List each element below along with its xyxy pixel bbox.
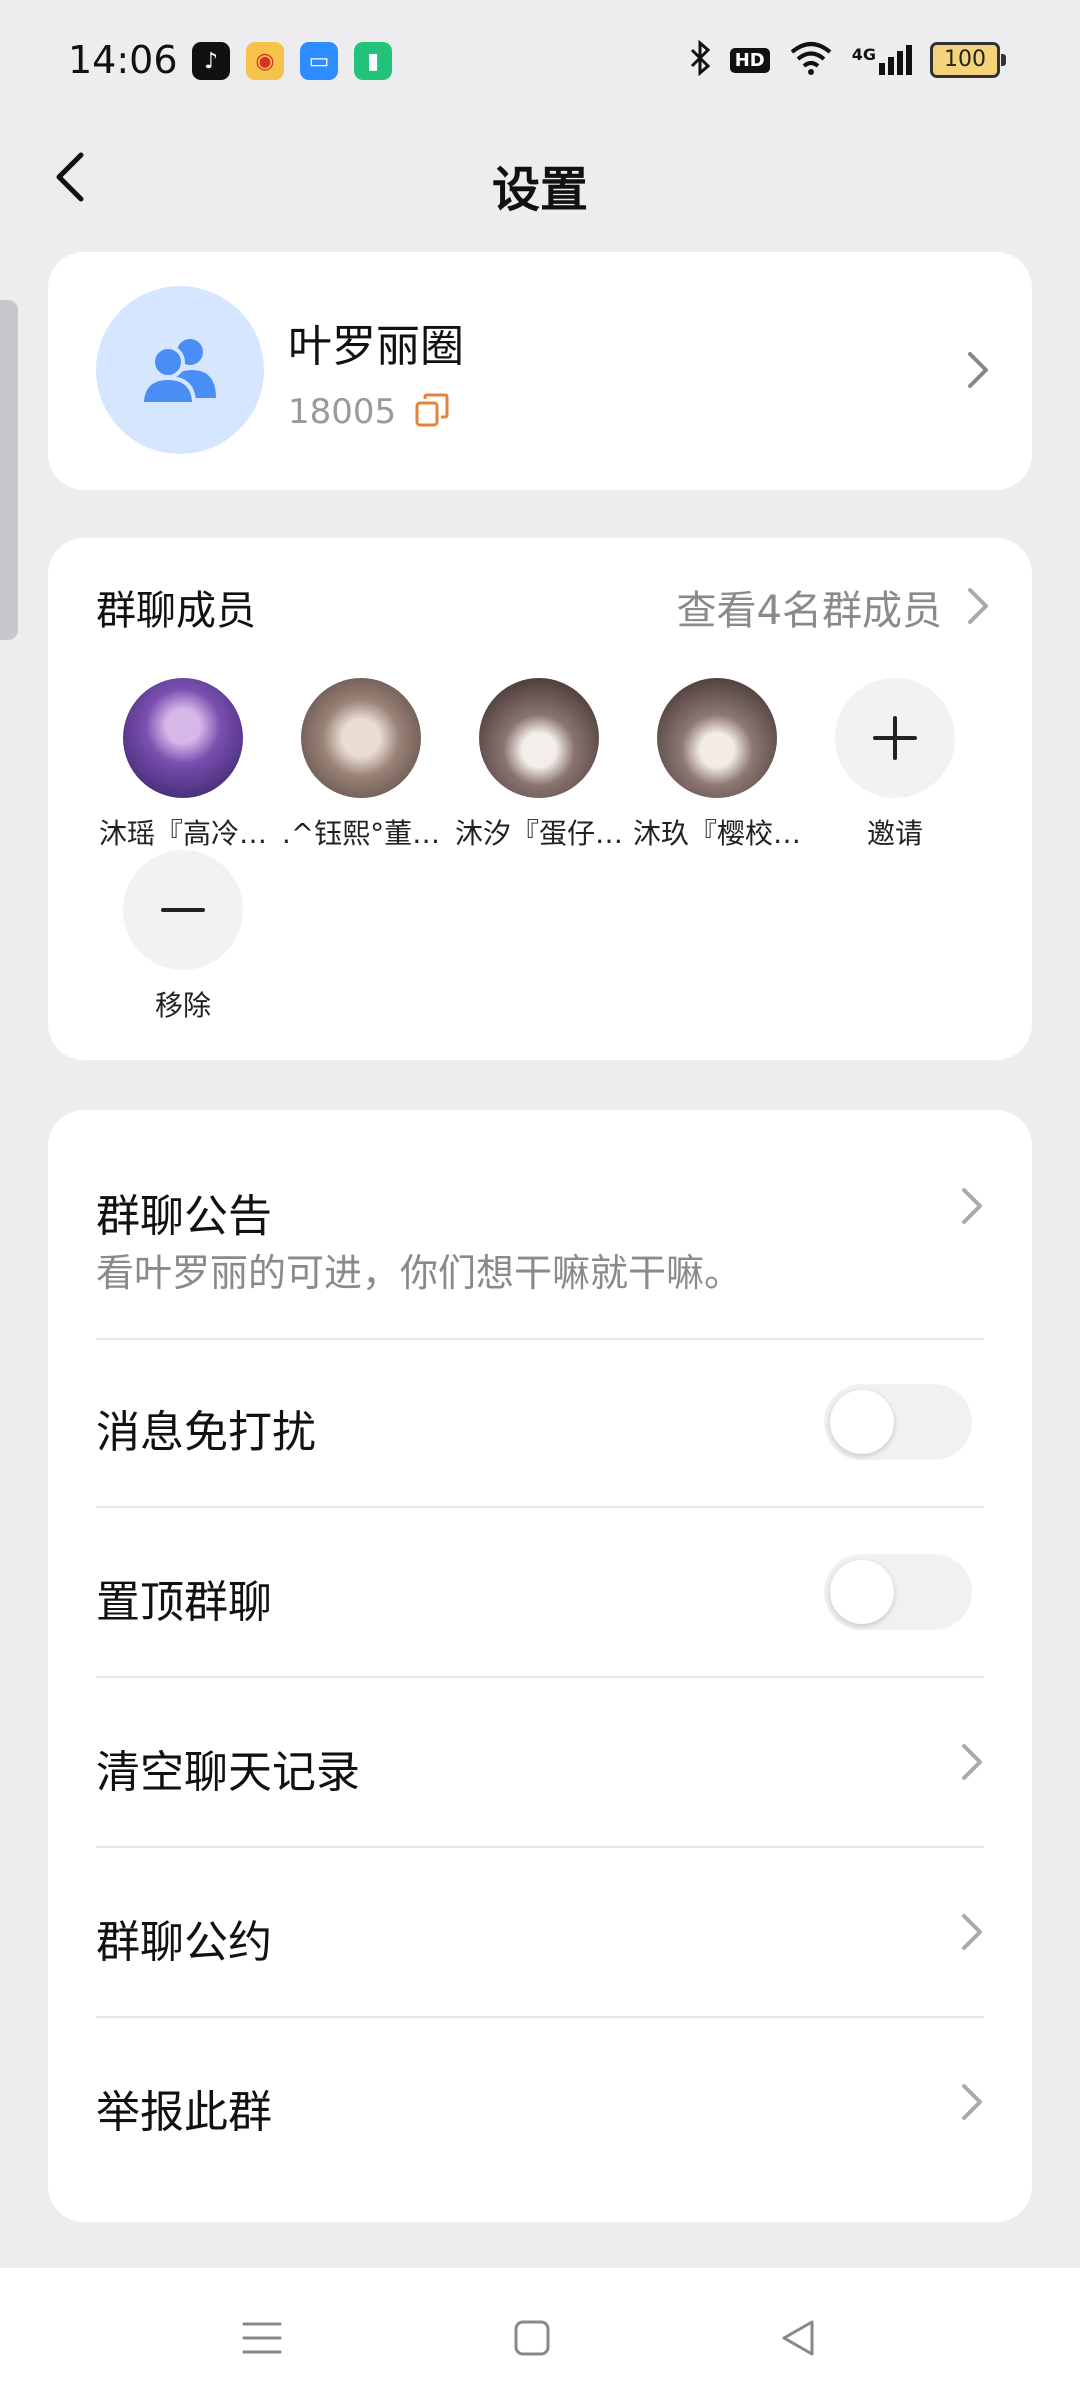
avatar — [301, 678, 421, 798]
hd-icon: HD — [729, 47, 770, 73]
notification-icons: ♪ ◉ ▭ ▮ — [192, 42, 392, 80]
toggle-knob — [830, 1560, 894, 1624]
announcement-text: 看叶罗丽的可进，你们想干嘛就干嘛。 — [96, 1251, 743, 1295]
menu-nav-button[interactable] — [222, 2308, 302, 2368]
do-not-disturb-label: 消息免打扰 — [96, 1407, 316, 1458]
status-time: 14:06 — [68, 38, 178, 82]
member-item[interactable]: .^钰熙°董… — [272, 678, 450, 852]
group-members-card: 群聊成员 查看4名群成员 沐瑶『高冷… .^钰熙°董… 沐汐『蛋仔… 沐玖『樱校… — [48, 538, 1032, 1060]
report-group-label: 举报此群 — [96, 2087, 272, 2138]
4g-signal-icon: 4G — [852, 45, 912, 75]
system-navigation-bar — [0, 2268, 1080, 2400]
member-name: .^钰熙°董… — [281, 817, 441, 850]
group-settings-card: 群聊公告 看叶罗丽的可进，你们想干嘛就干嘛。 消息免打扰 置顶群聊 清空聊天记录… — [48, 1110, 1032, 2222]
avatar — [479, 678, 599, 798]
chevron-right-icon — [968, 352, 988, 388]
weibo-icon: ◉ — [246, 42, 284, 80]
pin-chat-label: 置顶群聊 — [96, 1577, 272, 1628]
chevron-right-icon — [962, 2084, 982, 2120]
invite-label: 邀请 — [866, 817, 923, 850]
minus-icon — [123, 850, 243, 970]
announcement-label: 群聊公告 — [96, 1191, 272, 1242]
plus-icon — [835, 678, 955, 798]
member-name: 沐玖『樱校… — [632, 817, 801, 850]
announcement-row[interactable]: 群聊公告 看叶罗丽的可进，你们想干嘛就干嘛。 — [96, 1110, 984, 1340]
avatar — [123, 678, 243, 798]
toggle-knob — [830, 1390, 894, 1454]
do-not-disturb-toggle[interactable] — [824, 1384, 972, 1460]
back-nav-button[interactable] — [758, 2308, 838, 2368]
member-name: 沐汐『蛋仔… — [454, 817, 623, 850]
group-id: 18005 — [288, 392, 397, 432]
copy-icon[interactable] — [414, 392, 450, 432]
member-item[interactable]: 沐瑶『高冷… — [94, 678, 272, 852]
group-profile-card[interactable]: 叶罗丽圈 18005 — [48, 252, 1032, 490]
clear-history-row[interactable]: 清空聊天记录 — [96, 1678, 984, 1848]
pin-chat-row: 置顶群聊 — [96, 1508, 984, 1678]
battery-indicator: 100 — [930, 42, 1006, 78]
group-id-row: 18005 — [288, 392, 450, 432]
chevron-right-icon — [962, 1744, 982, 1780]
member-name: 沐瑶『高冷… — [98, 817, 267, 850]
do-not-disturb-row: 消息免打扰 — [96, 1338, 984, 1508]
group-rules-label: 群聊公约 — [96, 1917, 272, 1968]
remove-member-button[interactable]: 移除 — [94, 850, 272, 1024]
invite-member-button[interactable]: 邀请 — [806, 678, 984, 852]
wifi-icon — [788, 40, 834, 80]
scroll-indicator[interactable] — [0, 300, 18, 640]
battery-saver-icon: ▮ — [354, 42, 392, 80]
triangle-back-icon — [782, 2320, 814, 2356]
top-app-bar: 设置 — [0, 120, 1080, 240]
group-name: 叶罗丽圈 — [288, 321, 464, 372]
avatar — [657, 678, 777, 798]
remove-label: 移除 — [154, 989, 211, 1022]
group-rules-row[interactable]: 群聊公约 — [96, 1848, 984, 2018]
clear-history-label: 清空聊天记录 — [96, 1747, 360, 1798]
bluetooth-icon — [688, 39, 712, 80]
member-item[interactable]: 沐汐『蛋仔… — [450, 678, 628, 852]
menu-icon — [242, 2322, 282, 2354]
page-title: 设置 — [491, 162, 588, 218]
square-icon — [514, 2320, 550, 2356]
chevron-right-icon — [962, 1188, 982, 1224]
report-group-row[interactable]: 举报此群 — [96, 2018, 984, 2186]
view-all-members-link[interactable]: 查看4名群成员 — [677, 578, 942, 636]
member-item[interactable]: 沐玖『樱校… — [628, 678, 806, 852]
group-people-icon — [140, 339, 216, 406]
chevron-right-icon — [962, 1914, 982, 1950]
files-icon: ▭ — [300, 42, 338, 80]
home-nav-button[interactable] — [492, 2308, 572, 2368]
members-section-title: 群聊成员 — [96, 588, 256, 634]
status-bar: 14:06 ♪ ◉ ▭ ▮ HD 4G 100 — [0, 0, 1080, 120]
tiktok-icon: ♪ — [192, 42, 230, 80]
system-indicators: HD 4G 100 — [688, 39, 1006, 80]
pin-chat-toggle[interactable] — [824, 1554, 972, 1630]
group-avatar — [96, 286, 264, 454]
chevron-right-icon[interactable] — [966, 586, 990, 626]
